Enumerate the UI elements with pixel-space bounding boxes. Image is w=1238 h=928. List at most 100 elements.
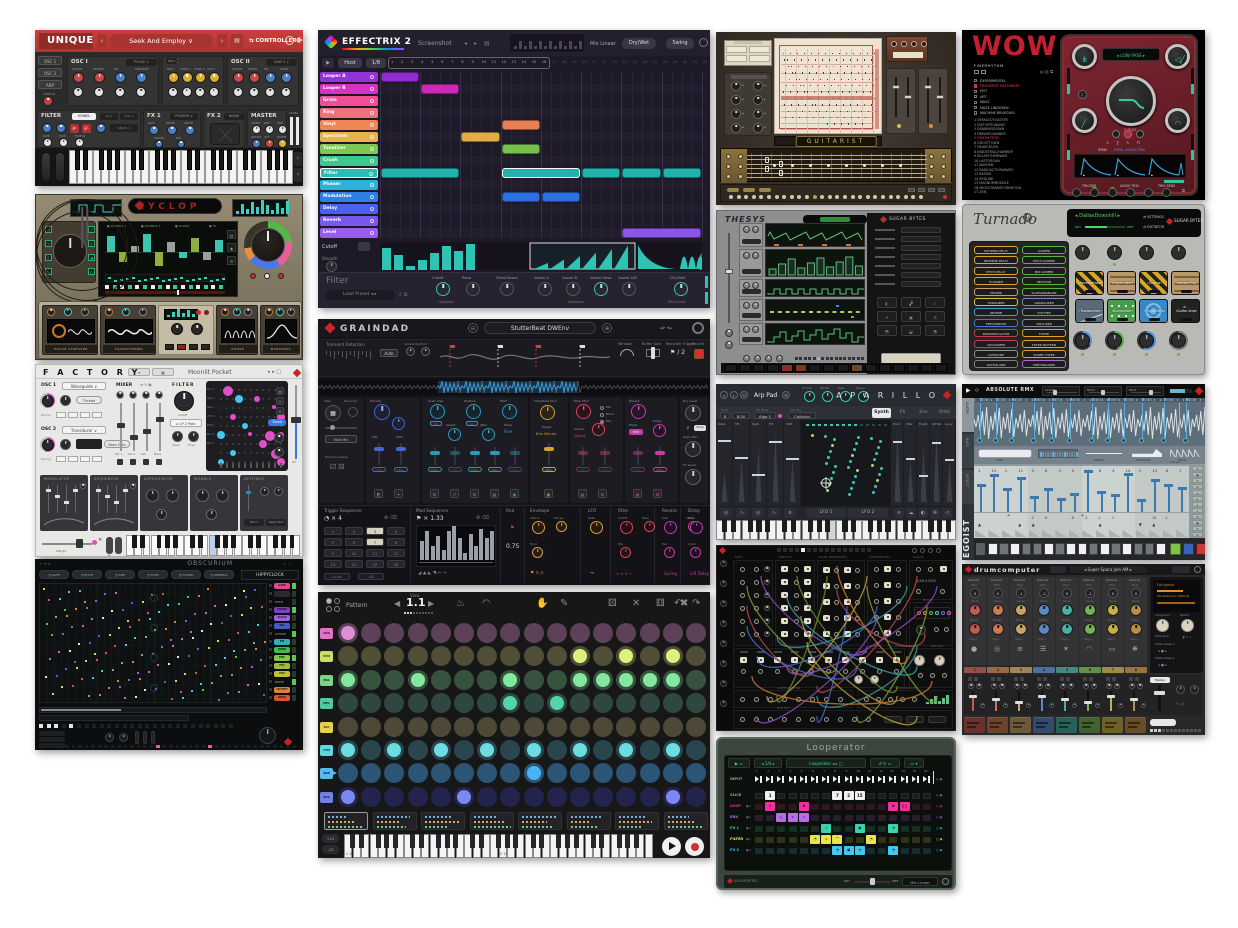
panel-knob[interactable]	[166, 489, 179, 502]
dc-pad-5[interactable]	[1056, 717, 1077, 733]
fx-knob[interactable]	[980, 703, 985, 708]
red-button[interactable]	[204, 310, 209, 315]
lane-pill-button[interactable]	[742, 239, 761, 244]
fx-cell[interactable]	[811, 848, 819, 854]
slice-cell[interactable]	[878, 793, 886, 799]
osc-type-dropdown[interactable]: Waveguide ∨	[62, 382, 106, 390]
grid-dot[interactable]	[408, 646, 428, 666]
grid-dot[interactable]	[686, 740, 706, 760]
slice-circle[interactable]	[993, 438, 998, 443]
slice-line[interactable]	[1012, 403, 1013, 439]
step-square[interactable]	[47, 724, 51, 728]
side-button[interactable]: ▣	[1192, 472, 1203, 477]
grid-dot[interactable]	[477, 646, 497, 666]
effectrix-track-Looper B[interactable]: Looper B	[320, 84, 378, 94]
effectrix-smooth-knob[interactable]	[326, 261, 337, 272]
mod-slider-handle[interactable]	[374, 447, 384, 451]
pitch-bar-cap[interactable]	[1084, 470, 1093, 473]
vert-pill-slider[interactable]	[151, 731, 155, 744]
looperator-rate-pill[interactable]: ◂ 1/4 ▸	[754, 758, 782, 768]
sequence-dot[interactable]	[181, 638, 183, 640]
slice-line[interactable]	[996, 403, 997, 439]
lfo1-button[interactable]: LFO 1	[806, 508, 846, 518]
fx-knob[interactable]	[1003, 703, 1008, 708]
sequence-dot[interactable]	[201, 630, 203, 632]
sequence-dot[interactable]	[76, 667, 78, 669]
led-dot[interactable]	[744, 195, 748, 199]
param-value-pill[interactable]	[901, 272, 941, 278]
turnado-fx-tile-Transworker[interactable]: ‹Transworker›	[1075, 299, 1104, 323]
osc-knob[interactable]	[60, 395, 71, 406]
mod-bar[interactable]	[425, 531, 429, 560]
wow-mini-knob[interactable]	[1162, 188, 1171, 197]
perf-button[interactable]: ◐	[877, 297, 897, 308]
solo-button[interactable]	[1020, 677, 1024, 681]
mod-bar[interactable]	[442, 550, 446, 560]
unique-knob[interactable]	[182, 87, 192, 97]
send-knob[interactable]	[1045, 683, 1051, 689]
key-segment[interactable]	[907, 364, 919, 372]
perf-button[interactable]: ⬔	[925, 325, 945, 336]
sequence-dot[interactable]	[85, 660, 87, 662]
fx-cell[interactable]	[766, 815, 774, 821]
unique-black-key[interactable]	[251, 150, 256, 170]
pitch-bar-cap[interactable]	[1003, 488, 1012, 491]
tuning-box[interactable]	[68, 412, 78, 418]
factory-black-key[interactable]	[215, 535, 220, 548]
param-chip-VEL[interactable]: VEL	[274, 623, 290, 629]
wow-mini-knob[interactable]	[1144, 188, 1153, 197]
sequence-dot[interactable]	[134, 637, 136, 639]
grid-dot[interactable]	[477, 717, 497, 737]
tile-pill[interactable]	[1181, 290, 1192, 293]
bottom-strip-square[interactable]	[65, 745, 69, 748]
grid-dot[interactable]	[338, 763, 358, 783]
unique-black-key[interactable]	[243, 150, 248, 170]
auto-button[interactable]: Auto	[380, 349, 398, 357]
slider-handle[interactable]	[786, 458, 799, 460]
end-pill[interactable]: END ▸	[448, 467, 462, 472]
matrix-icon-button[interactable]: ▦	[276, 387, 284, 395]
grid-dot[interactable]	[454, 787, 474, 807]
looperator-play-pill[interactable]: ▶ ▭	[728, 758, 750, 768]
decay-knob[interactable]	[1061, 604, 1073, 616]
row-toggle[interactable]	[269, 680, 272, 683]
key-segment[interactable]	[837, 364, 849, 372]
slice-box[interactable]: 7	[832, 791, 842, 800]
decay-knob[interactable]	[969, 604, 981, 616]
grid-dot[interactable]	[640, 646, 660, 666]
lane-knob[interactable]	[752, 282, 759, 289]
sequence-dot[interactable]	[96, 659, 98, 661]
sequence-dot[interactable]	[98, 635, 100, 637]
filter-knob-Reso[interactable]	[466, 282, 480, 296]
bottom-strip-square[interactable]	[176, 745, 180, 748]
panel-fader-handle[interactable]	[123, 489, 128, 492]
bottom-strip-square[interactable]	[254, 745, 258, 748]
fader-handle[interactable]	[892, 85, 900, 89]
sequence-dot[interactable]	[243, 590, 245, 592]
grid-dot[interactable]	[431, 646, 451, 666]
unique-knob[interactable]	[281, 72, 292, 83]
egoist-step-button-6[interactable]	[1044, 543, 1054, 555]
lane-knob[interactable]	[752, 326, 759, 333]
factory-black-key[interactable]	[190, 535, 195, 548]
sequence-dot[interactable]	[88, 695, 90, 697]
step-square[interactable]	[85, 724, 89, 728]
icon-button[interactable]: ❂	[470, 489, 479, 498]
mod-bar[interactable]	[469, 534, 473, 560]
modify-knob[interactable]	[992, 623, 1004, 635]
solo-button[interactable]	[997, 677, 1001, 681]
fx-cell[interactable]	[878, 804, 886, 810]
sequence-dot[interactable]	[164, 681, 166, 683]
slider-handle[interactable]	[919, 475, 928, 477]
obscurium-tab-PITCH[interactable]: ◔ PITCH	[72, 570, 102, 579]
pitch-bar-stem[interactable]	[1101, 493, 1103, 512]
sequence-dot[interactable]	[198, 595, 200, 597]
end-pill[interactable]: END ▸	[631, 467, 645, 472]
row-toggle[interactable]	[269, 632, 272, 635]
pg-black-key[interactable]	[419, 834, 424, 848]
lfo2-button[interactable]: LFO 2	[848, 508, 888, 518]
turnado-bottom-knob-2[interactable]	[1139, 333, 1154, 348]
modify-knob[interactable]	[1061, 623, 1073, 635]
led-dot[interactable]	[797, 195, 801, 199]
unique-knob[interactable]	[249, 87, 259, 97]
